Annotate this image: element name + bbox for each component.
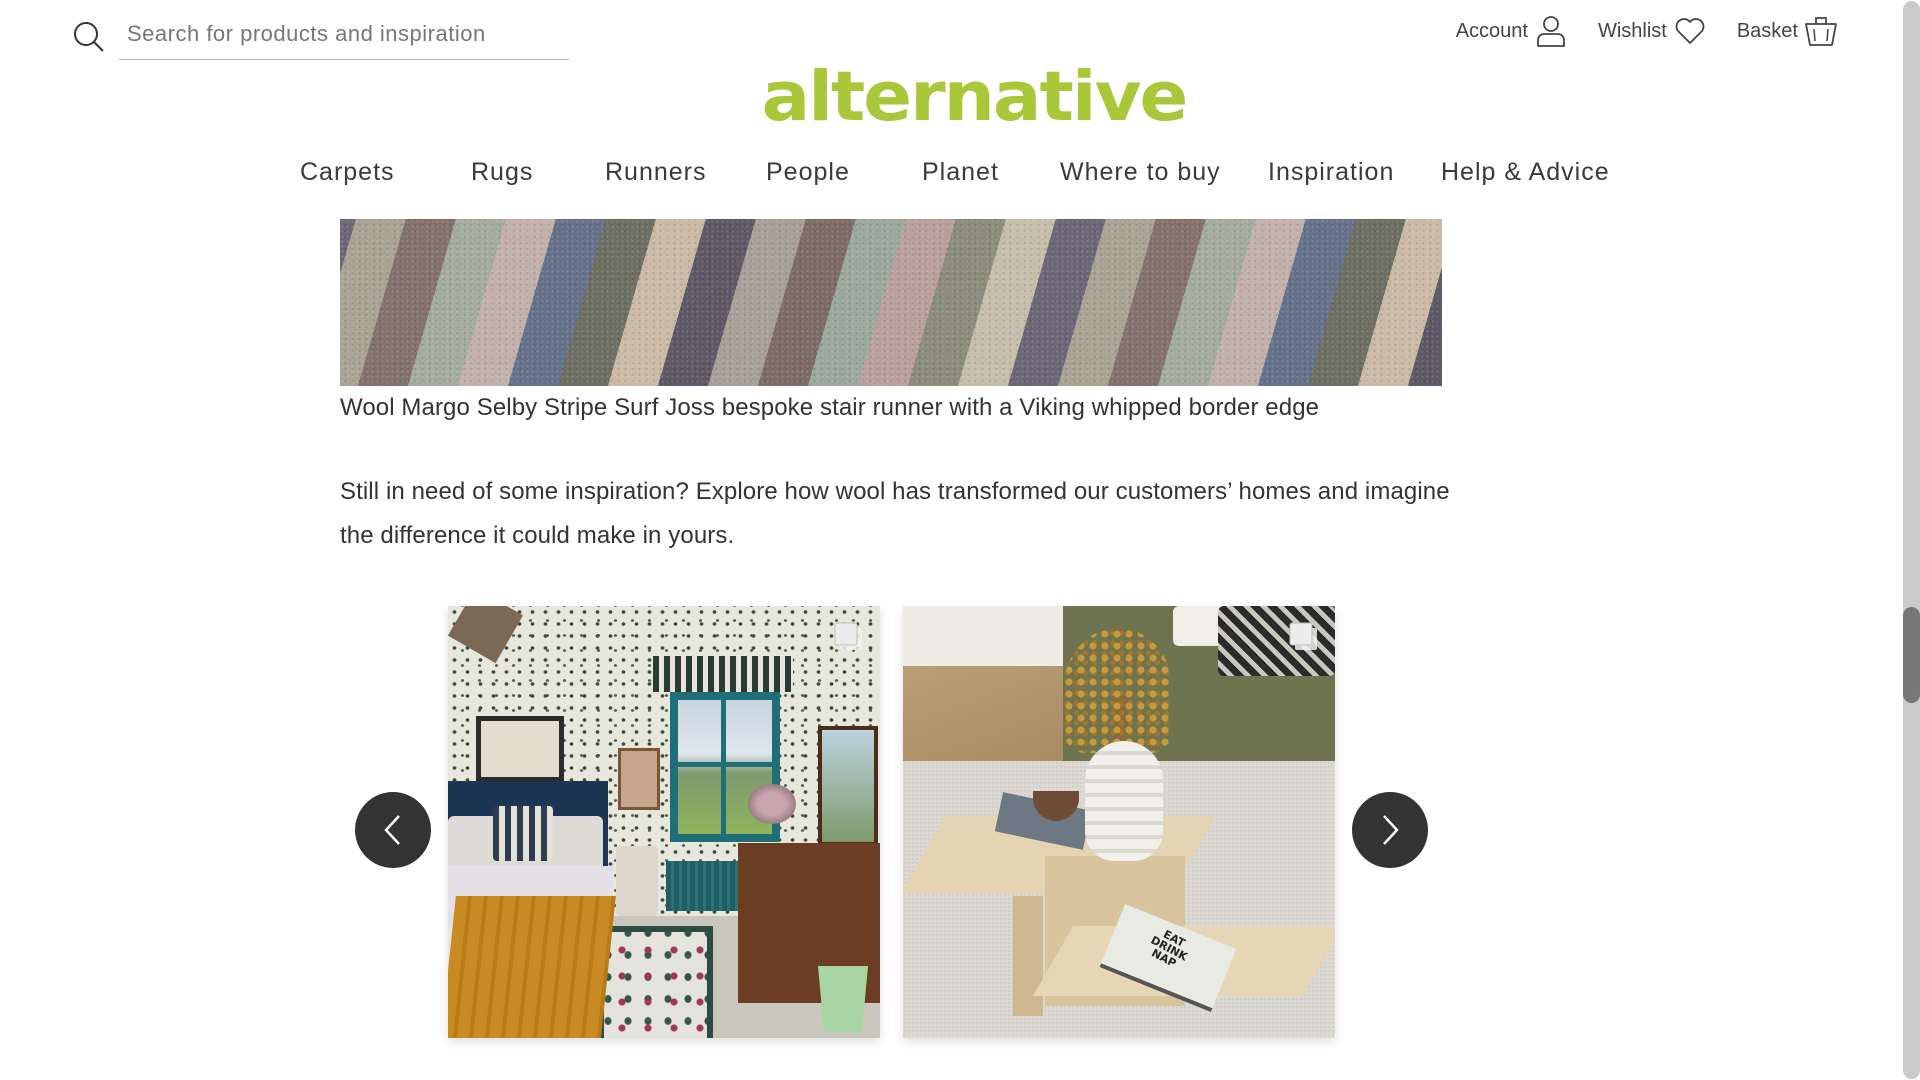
carousel-next-button[interactable] [1352, 792, 1428, 868]
nav-item-where-to-buy[interactable]: Where to buy [1060, 158, 1221, 187]
chevron-right-icon [1383, 815, 1399, 845]
scrollbar-thumb[interactable] [1903, 607, 1920, 703]
table-leg [1013, 896, 1043, 1016]
nav-item-rugs[interactable]: Rugs [471, 158, 533, 187]
search-bar [72, 14, 572, 60]
carousel-slide[interactable] [448, 606, 880, 1038]
user-icon [1537, 16, 1565, 47]
flowers [748, 784, 796, 824]
brand-logo-text: alternative [761, 56, 1189, 136]
patterned-pillow [493, 806, 553, 861]
utility-nav: Account Wishlist Basket [1426, 12, 1838, 50]
search-input[interactable] [119, 14, 569, 60]
radiator [666, 861, 746, 911]
nav-item-inspiration[interactable]: Inspiration [1268, 158, 1394, 187]
stair-runner-image [340, 219, 1442, 386]
carousel-slide[interactable]: EAT DRINK NAP [903, 606, 1335, 1038]
wishlist-link[interactable]: Wishlist [1598, 14, 1707, 48]
main-nav: Carpets Rugs Runners People Planet Where… [0, 158, 1902, 198]
nav-item-people[interactable]: People [766, 158, 850, 187]
page-scrollbar[interactable] [1902, 0, 1920, 1080]
wall-art [476, 716, 564, 782]
inspiration-carousel: EAT DRINK NAP [355, 605, 1430, 1045]
nav-item-help-advice[interactable]: Help & Advice [1441, 158, 1610, 187]
floral-rug [598, 926, 713, 1038]
multiple-images-icon [1289, 622, 1317, 650]
heart-icon [1675, 18, 1705, 44]
image-caption: Wool Margo Selby Stripe Surf Joss bespok… [340, 394, 1320, 421]
skirting [903, 606, 1073, 666]
dried-flowers [1063, 628, 1173, 753]
account-label: Account [1455, 19, 1528, 42]
nav-item-runners[interactable]: Runners [605, 158, 707, 187]
carpet-texture [340, 219, 1442, 386]
carousel-prev-button[interactable] [355, 792, 431, 868]
nav-item-carpets[interactable]: Carpets [300, 158, 395, 187]
mustard-throw [448, 896, 616, 1038]
waste-bin [818, 966, 868, 1032]
striped-blind [653, 656, 793, 692]
account-link[interactable]: Account [1456, 14, 1568, 48]
search-icon[interactable] [72, 20, 106, 54]
basket-icon [1805, 17, 1837, 46]
multiple-images-icon [834, 622, 862, 650]
page: Account Wishlist Basket [0, 0, 1920, 1080]
side-table [616, 846, 658, 916]
scrollbar-track[interactable] [1903, 1, 1920, 1079]
chevron-left-icon [384, 815, 400, 845]
basket-link[interactable]: Basket [1737, 14, 1838, 48]
intro-paragraph: Still in need of some inspiration? Explo… [340, 478, 1450, 549]
site-header: Account Wishlist Basket [0, 0, 1902, 219]
brand-logo[interactable]: alternative [0, 56, 1902, 136]
nav-item-planet[interactable]: Planet [922, 158, 999, 187]
basket-label: Basket [1736, 19, 1798, 42]
portrait-frame [618, 748, 660, 810]
vase [1085, 741, 1163, 861]
mirror [818, 726, 878, 846]
wishlist-label: Wishlist [1597, 19, 1667, 42]
